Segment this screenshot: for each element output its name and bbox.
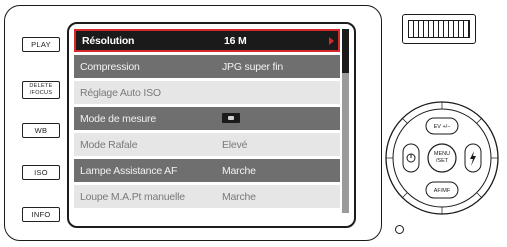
menu-item-resolution[interactable]: Résolution 16 M — [74, 29, 340, 52]
menu-item-auto-iso[interactable]: Réglage Auto ISO — [74, 81, 340, 104]
menu-item-value: 16 M — [224, 34, 247, 47]
delete-focus-button[interactable]: DELETE /FOCUS — [22, 81, 60, 99]
metering-mode-icon — [222, 113, 240, 123]
thumb-wheel-grip — [408, 20, 470, 38]
menu-item-value: JPG super fin — [222, 60, 284, 73]
af-mf-label: AF/MF — [433, 188, 451, 194]
menu-item-label: Réglage Auto ISO — [80, 86, 161, 99]
status-led-indicator — [395, 225, 404, 234]
menu-item-value: Marche — [222, 164, 256, 177]
lcd-screen: Résolution 16 M Compression JPG super fi… — [74, 29, 349, 221]
menu-scrollbar[interactable] — [342, 29, 349, 213]
wb-button[interactable]: WB — [22, 123, 60, 138]
menu-set-label: MENU /SET — [430, 151, 454, 164]
ev-label: EV +/− — [433, 124, 451, 130]
menu-item-af-assist-lamp[interactable]: Lampe Assistance AF Marche — [74, 159, 340, 182]
lcd-screen-bezel: Résolution 16 M Compression JPG super fi… — [67, 22, 356, 228]
menu-item-compression[interactable]: Compression JPG super fin — [74, 55, 340, 78]
menu-item-label: Compression — [80, 60, 140, 73]
menu-scrollbar-thumb[interactable] — [342, 29, 349, 73]
submenu-arrow-icon — [329, 36, 334, 45]
menu-item-metering-mode[interactable]: Mode de mesure — [74, 107, 340, 130]
menu-item-label: Mode de mesure — [80, 112, 156, 125]
play-button[interactable]: PLAY — [22, 37, 60, 52]
delete-focus-label-line2: /FOCUS — [29, 90, 53, 96]
menu-item-label: Mode Rafale — [80, 138, 138, 151]
menu-set-label-line2: /SET — [435, 157, 449, 164]
menu-item-value: Elevé — [222, 138, 248, 151]
menu-item-manual-focus-magnifier[interactable]: Loupe M.A.Pt manuelle Marche — [74, 185, 340, 208]
menu-item-burst-mode[interactable]: Mode Rafale Elevé — [74, 133, 340, 156]
menu-item-value: Marche — [222, 190, 256, 203]
menu-item-label: Loupe M.A.Pt manuelle — [80, 190, 185, 203]
iso-button[interactable]: ISO — [22, 165, 60, 180]
info-button[interactable]: INFO — [22, 207, 60, 222]
thumb-wheel[interactable] — [402, 14, 476, 44]
menu-item-label: Résolution — [82, 34, 135, 47]
delete-focus-label-line1: DELETE — [29, 83, 53, 89]
menu-item-label: Lampe Assistance AF — [80, 164, 178, 177]
